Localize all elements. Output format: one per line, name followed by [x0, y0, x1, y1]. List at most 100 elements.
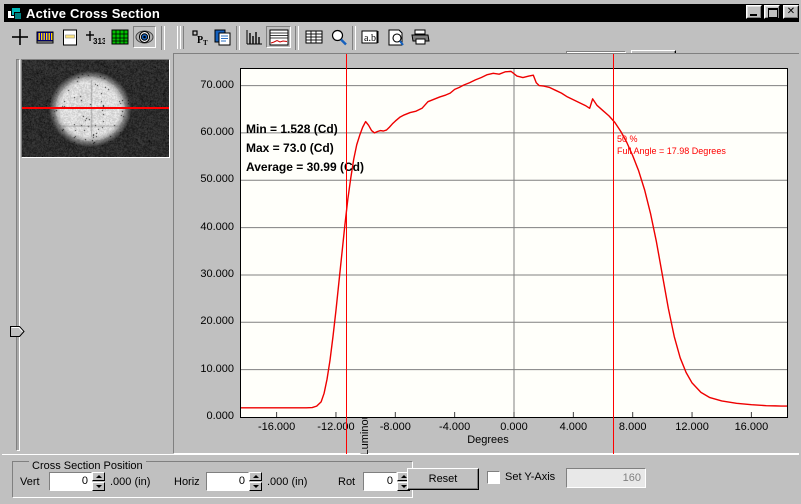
table-grid-tool-button[interactable] [302, 26, 325, 48]
bar-chart-icon [246, 29, 262, 44]
y-tick-label: 50.000 [200, 173, 234, 186]
line-chart-tool-button[interactable] [266, 26, 291, 48]
y-tick-label: 40.000 [200, 220, 234, 233]
horiz-label: Horiz [174, 476, 200, 488]
x-tick-label: -8.000 [379, 421, 411, 433]
vert-spin-up[interactable] [92, 472, 105, 481]
vert-label: Vert [20, 476, 40, 488]
grid-green-icon [111, 29, 128, 45]
grid-tool-button[interactable] [108, 26, 131, 48]
cursor-line-1[interactable] [346, 54, 348, 455]
title-bar[interactable]: Active Cross Section ✕ [4, 4, 799, 22]
svg-text:313: 313 [93, 37, 105, 46]
y-tick-label: 10.000 [200, 362, 234, 375]
set-y-axis-label: Set Y-Axis [505, 471, 556, 483]
print-preview-icon [388, 29, 404, 46]
eye-tool-button[interactable] [133, 26, 156, 48]
vert-suffix: .000 (in) [110, 476, 151, 488]
y-axis-value-input[interactable]: 160 [566, 468, 646, 488]
horiz-spinner[interactable] [249, 472, 262, 491]
bar-chart-tool-button[interactable] [243, 26, 266, 48]
set-y-axis-checkbox[interactable] [487, 471, 500, 484]
percent-annotation: 50 % [617, 134, 638, 144]
toolbar-gripper[interactable] [177, 26, 184, 49]
x-tick-label: 16.000 [734, 421, 769, 433]
window-controls: ✕ [746, 5, 799, 19]
close-icon: ✕ [786, 6, 796, 17]
toolbar-separator [161, 26, 165, 50]
x-axis-title: Degrees [467, 434, 509, 446]
line-chart-icon [269, 29, 288, 45]
preview-panel [4, 53, 171, 454]
vert-spinner[interactable] [92, 472, 105, 491]
slider-pointer-icon [10, 326, 25, 337]
reset-button[interactable]: Reset [407, 468, 479, 490]
subscript-313-tool-button[interactable]: 313 [83, 26, 106, 48]
x-tick-label: 4.000 [559, 421, 588, 433]
toolbar-separator-4 [352, 26, 356, 50]
horiz-input[interactable]: 0 [206, 472, 249, 491]
slider-thumb[interactable] [10, 324, 25, 337]
text-ab-icon: a.b [361, 30, 378, 44]
horiz-suffix: .000 (in) [267, 476, 308, 488]
chart-panel: Luminous Intensity - Candela 0.00010.000… [173, 53, 799, 455]
x-tick-label: -12.000 [317, 421, 355, 433]
stat-max: Max = 73.0 (Cd) [246, 141, 334, 155]
y-tick-label: 20.000 [200, 315, 234, 328]
x-tick-label: -4.000 [439, 421, 471, 433]
bottom-panel: Cross Section Position Vert 0 .000 (in) … [4, 457, 799, 502]
maximize-button[interactable] [764, 5, 780, 19]
zoom-magnifier-icon [331, 29, 347, 45]
rot-label: Rot [338, 476, 356, 488]
x-tick-label: 0.000 [500, 421, 528, 433]
scanline-marker [22, 107, 169, 109]
vert-spin-down[interactable] [92, 482, 105, 491]
window-icon [6, 6, 22, 20]
stat-min: Min = 1.528 (Cd) [246, 122, 338, 136]
group-label: Cross Section Position [29, 460, 146, 472]
x-tick-label: -16.000 [257, 421, 296, 433]
rot-input[interactable]: 0 [363, 472, 397, 491]
vert-input[interactable]: 0 [49, 472, 92, 491]
close-button[interactable]: ✕ [783, 5, 799, 19]
table-grid-icon [305, 30, 322, 44]
page-icon [62, 29, 77, 45]
toolbar-separator-2 [236, 26, 240, 50]
crosshair-tool-button[interactable] [8, 26, 31, 48]
minimize-button[interactable] [746, 5, 762, 19]
y-tick-label: 30.000 [200, 267, 234, 280]
crosshair-icon [11, 29, 28, 45]
print-preview-tool-button[interactable] [384, 26, 407, 48]
eye-icon [135, 30, 154, 44]
copy-icon [214, 29, 230, 45]
toolbar: 313 [4, 23, 799, 70]
svg-text:T: T [203, 39, 208, 46]
horiz-spin-down[interactable] [249, 482, 262, 491]
page-tool-button[interactable] [58, 26, 81, 48]
y-tick-label: 60.000 [200, 125, 234, 138]
y-tick-label: 70.000 [200, 78, 234, 91]
svg-text:a.b: a.b [364, 33, 376, 44]
x-tick-label: 8.000 [618, 421, 647, 433]
print-tool-button[interactable] [409, 26, 432, 48]
slider-track[interactable] [16, 59, 20, 451]
point-pt-tool-button[interactable]: P T [188, 26, 211, 48]
colorbar-icon [36, 31, 53, 44]
colorbar-tool-button[interactable] [33, 26, 56, 48]
toolbar-separator-3 [295, 26, 299, 50]
full-angle-annotation: Full Angle = 17.98 Degrees [617, 146, 726, 156]
copy-tool-button[interactable] [211, 26, 234, 48]
printer-icon [411, 29, 430, 45]
y-tick-label: 0.000 [206, 410, 234, 422]
cursor-line-2[interactable] [613, 54, 615, 455]
zoom-tool-button[interactable] [327, 26, 350, 48]
active-cross-section-window: Active Cross Section ✕ 31 P T a.b Lumino… [0, 0, 801, 504]
point-pt-icon: P T [191, 29, 208, 46]
x-tick-label: 12.000 [675, 421, 709, 433]
horiz-spin-up[interactable] [249, 472, 262, 481]
text-tool-button[interactable]: a.b [359, 26, 382, 48]
window-title: Active Cross Section [26, 5, 161, 21]
subscript-313-icon: 313 [85, 30, 105, 46]
cross-section-preview[interactable] [21, 59, 170, 158]
plot-area[interactable] [240, 68, 788, 418]
